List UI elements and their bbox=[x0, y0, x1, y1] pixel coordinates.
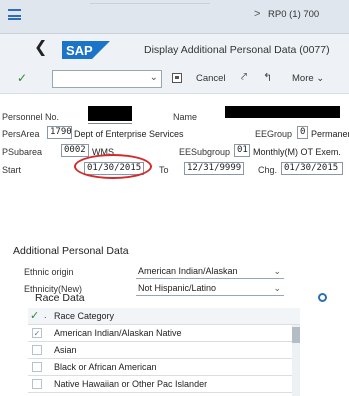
psubarea-code-field: 0002 bbox=[61, 144, 89, 157]
to-label: To bbox=[159, 165, 169, 175]
chevron-down-icon: ⌄ bbox=[316, 73, 325, 84]
start-label: Start bbox=[2, 165, 22, 175]
section-title: Additional Personal Data bbox=[13, 245, 129, 257]
race-table: ✓ . Race Category ✓ American Indian/Alas… bbox=[28, 308, 300, 393]
psubarea-label: PSubarea bbox=[2, 147, 43, 157]
ethnic-origin-value: American Indian/Alaskan bbox=[138, 266, 238, 276]
ethnicity-select[interactable]: Not Hispanic/Latino ⌄ bbox=[136, 281, 284, 296]
cancel-button[interactable]: Cancel bbox=[196, 73, 226, 84]
row-checkbox[interactable]: ✓ bbox=[32, 328, 42, 338]
enter-button[interactable]: ✓ bbox=[17, 71, 27, 85]
svg-text:SAP: SAP bbox=[66, 43, 93, 58]
name-redacted bbox=[225, 106, 340, 118]
race-category-cell: American Indian/Alaskan Native bbox=[54, 328, 182, 338]
export-icon[interactable]: ↰ bbox=[263, 71, 272, 84]
table-scrollbar[interactable] bbox=[292, 325, 300, 396]
select-all-checkmark-icon[interactable]: ✓ bbox=[30, 309, 39, 322]
system-info: RP0 (1) 700 bbox=[268, 9, 320, 20]
sap-logo: SAP bbox=[62, 41, 110, 59]
save-icon[interactable] bbox=[172, 73, 182, 83]
settings-icon[interactable] bbox=[318, 293, 327, 302]
page-title: Display Additional Personal Data (0077) bbox=[144, 44, 330, 56]
eesubgroup-text: Monthly(M) OT Exem. bbox=[253, 147, 341, 157]
more-label: More bbox=[292, 73, 314, 84]
table-row[interactable]: Black or African American bbox=[28, 359, 300, 376]
personnel-no-label: Personnel No. bbox=[2, 112, 60, 122]
ethnic-origin-label: Ethnic origin bbox=[24, 267, 74, 277]
eesubgroup-code-field: 01 bbox=[234, 144, 250, 157]
race-category-cell: Black or African American bbox=[54, 362, 157, 372]
personnel-no-underline bbox=[88, 123, 132, 124]
table-row[interactable]: Asian bbox=[28, 342, 300, 359]
race-category-cell: Asian bbox=[54, 345, 77, 355]
scrollbar-thumb[interactable] bbox=[292, 327, 300, 343]
tab-notch bbox=[90, 0, 210, 4]
more-button[interactable]: More ⌄ bbox=[292, 73, 324, 84]
eegroup-label: EEGroup bbox=[255, 129, 293, 139]
row-checkbox[interactable] bbox=[32, 362, 42, 372]
chevron-down-icon: ⌄ bbox=[273, 283, 281, 293]
back-button[interactable]: ❮ bbox=[34, 38, 47, 58]
persarea-code-field: 1790 bbox=[47, 126, 72, 139]
toolbar: ✓ ⌄ Cancel ⤤ ↰ More ⌄ bbox=[0, 64, 349, 94]
row-checkbox[interactable] bbox=[32, 345, 42, 355]
personnel-no-redacted bbox=[88, 106, 132, 121]
persarea-label: PersArea bbox=[2, 129, 40, 139]
race-category-cell: Native Hawaiian or Other Pac Islander bbox=[54, 379, 208, 389]
changed-date-field: 01/30/2015 bbox=[281, 162, 343, 175]
persarea-text: Dept of Enterprise Services bbox=[74, 129, 184, 139]
table-row[interactable]: ✓ American Indian/Alaskan Native bbox=[28, 325, 300, 342]
ethnicity-value: Not Hispanic/Latino bbox=[138, 283, 217, 293]
upload-icon[interactable]: ⤤ bbox=[241, 71, 247, 84]
highlight-circle bbox=[74, 154, 152, 179]
chg-label: Chg. bbox=[258, 165, 278, 175]
chevron-down-icon[interactable]: ⌄ bbox=[150, 72, 158, 83]
ethnic-origin-select[interactable]: American Indian/Alaskan ⌄ bbox=[136, 264, 284, 279]
breadcrumb-arrow[interactable]: > bbox=[254, 8, 260, 20]
command-field[interactable]: ⌄ bbox=[52, 70, 162, 88]
eegroup-code-field: 0 bbox=[297, 126, 308, 139]
hamburger-icon[interactable] bbox=[8, 9, 21, 20]
eegroup-text: Permaner bbox=[311, 129, 349, 139]
system-bar: > RP0 (1) 700 bbox=[0, 0, 349, 34]
column-selector[interactable]: . bbox=[44, 310, 47, 320]
table-header-row: ✓ . Race Category bbox=[28, 308, 300, 325]
column-header-race-category: Race Category bbox=[54, 311, 115, 321]
eesubgroup-label: EESubgroup bbox=[179, 147, 231, 157]
title-bar: ❮ SAP Display Additional Personal Data (… bbox=[0, 34, 349, 64]
row-checkbox[interactable] bbox=[32, 379, 42, 389]
end-date-field: 12/31/9999 bbox=[184, 162, 244, 175]
name-label: Name bbox=[173, 112, 198, 122]
chevron-down-icon: ⌄ bbox=[273, 266, 281, 276]
table-row[interactable]: Native Hawaiian or Other Pac Islander bbox=[28, 376, 300, 393]
race-data-title: Race Data bbox=[35, 292, 85, 304]
